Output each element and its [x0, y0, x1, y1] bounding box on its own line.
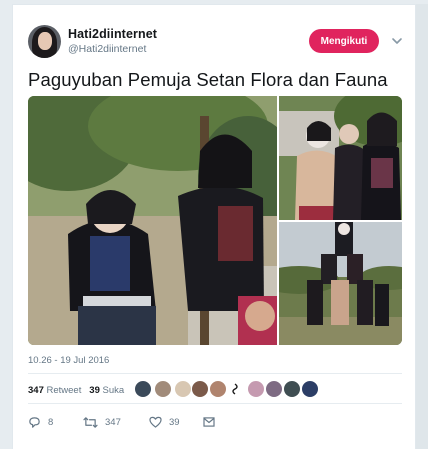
media-grid[interactable]	[28, 96, 402, 345]
page-background-strip	[416, 4, 428, 449]
like-button[interactable]: 39	[149, 413, 180, 431]
tweet-photo-main[interactable]	[28, 96, 277, 345]
avatar[interactable]	[28, 25, 61, 58]
retweet-icon	[83, 416, 98, 428]
following-button[interactable]: Mengikuti	[309, 29, 379, 53]
retweet-stat-label[interactable]: Retweet	[47, 385, 82, 396]
tweet-text: Paguyuban Pemuja Setan Flora dan Fauna	[28, 69, 388, 90]
divider	[28, 373, 402, 374]
avatar[interactable]	[192, 381, 208, 397]
tweet-photo-bottom-right[interactable]	[279, 222, 402, 345]
retweet-count-stat[interactable]: 347	[28, 385, 44, 396]
tweet-timestamp[interactable]: 10.26 - 19 Jul 2016	[28, 355, 109, 366]
reply-icon	[29, 416, 40, 428]
avatar[interactable]	[229, 381, 245, 397]
engagement-stats: 347 Retweet 39 Suka	[28, 385, 124, 396]
avatar[interactable]	[302, 381, 318, 397]
avatar[interactable]	[210, 381, 226, 397]
avatar[interactable]	[248, 381, 264, 397]
message-icon	[203, 417, 215, 427]
avatar[interactable]	[284, 381, 300, 397]
tweet-card: Hati2diinternet @Hati2diinternet Mengiku…	[12, 4, 416, 449]
like-icon	[149, 416, 162, 428]
retweet-count: 347	[105, 416, 121, 428]
like-count-stat[interactable]: 39	[89, 385, 100, 396]
divider	[28, 403, 402, 404]
like-count: 39	[169, 416, 180, 428]
reply-count: 8	[48, 416, 54, 428]
tweet-actions: 8 347 39	[28, 413, 228, 431]
avatar[interactable]	[266, 381, 282, 397]
like-stat-label[interactable]: Suka	[103, 385, 125, 396]
avatar[interactable]	[175, 381, 191, 397]
direct-message-button[interactable]	[203, 413, 222, 431]
avatar[interactable]	[155, 381, 171, 397]
user-handle[interactable]: @Hati2diinternet	[68, 43, 146, 55]
display-name[interactable]: Hati2diinternet	[68, 27, 157, 41]
reply-button[interactable]: 8	[28, 413, 53, 431]
retweet-button[interactable]: 347	[83, 413, 121, 431]
tweet-photo-top-right[interactable]	[279, 96, 402, 220]
caret-down-icon[interactable]	[391, 35, 403, 47]
avatar[interactable]	[135, 381, 151, 397]
